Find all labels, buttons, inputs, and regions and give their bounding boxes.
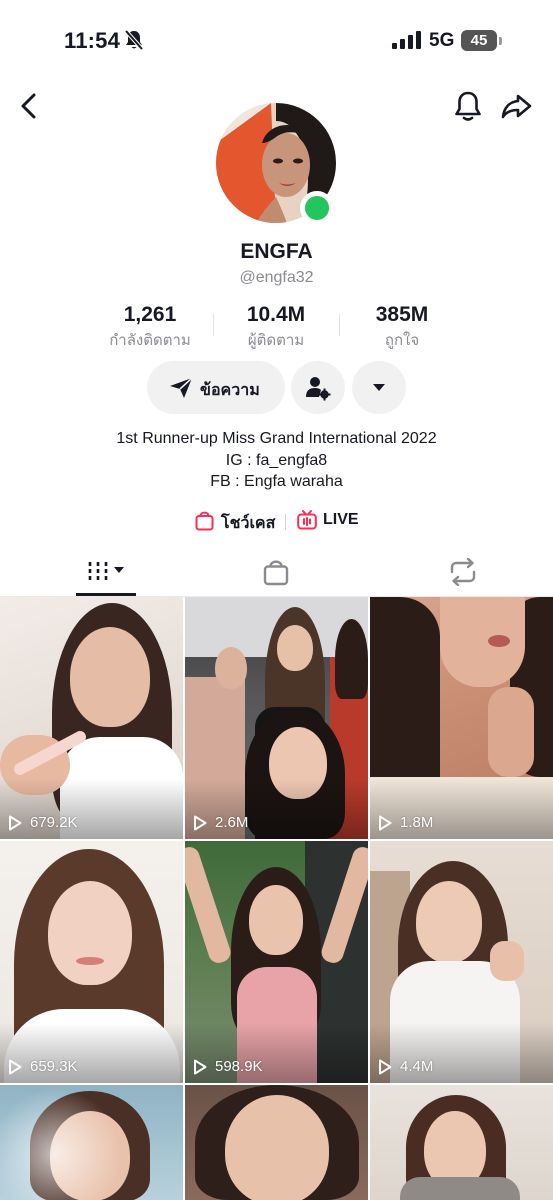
video-tile[interactable] (370, 1085, 553, 1200)
video-tile[interactable] (0, 1085, 183, 1200)
signal-bars-icon (392, 31, 421, 49)
video-tile[interactable]: 679.2K (0, 597, 183, 839)
battery-icon: 45 (461, 30, 497, 51)
followers-label: ผู้ติดตาม (247, 332, 305, 349)
video-tile[interactable]: 1.8M (370, 597, 553, 839)
videos-grid-icon (88, 562, 124, 580)
following-count: 1,261 (123, 303, 177, 326)
tab-reposts[interactable] (368, 550, 552, 596)
battery-level: 45 (470, 32, 488, 49)
live-label: LIVE (323, 511, 359, 528)
view-count-label: 2.6M (215, 814, 249, 831)
video-thumbnail (185, 1085, 368, 1200)
stat-followers[interactable]: 10.4M ผู้ติดตาม (226, 303, 326, 352)
content-tabs (0, 550, 553, 596)
play-icon (9, 1059, 22, 1075)
profile-page: 11:54 5G 45 ENGFA @engfa32 1,261 กำลังติ… (0, 0, 553, 1200)
video-tile[interactable]: 659.3K (0, 841, 183, 1083)
user-settings-icon (306, 377, 331, 401)
message-button[interactable]: ข้อความ (147, 361, 285, 414)
likes-label: ถูกใจ (384, 332, 420, 349)
repost-icon (450, 558, 476, 586)
status-time: 11:54 (64, 28, 121, 53)
more-options-button[interactable] (352, 361, 406, 414)
bio-line: 1st Runner-up Miss Grand International 2… (116, 430, 437, 447)
showcase-label: โชว์เคส (221, 515, 276, 532)
live-tv-icon (297, 510, 317, 530)
online-status-badge (300, 191, 334, 225)
play-icon (194, 1059, 207, 1075)
link-divider (285, 514, 286, 530)
view-count-label: 4.4M (400, 1058, 434, 1075)
bio-line: FB : Engfa waraha (210, 473, 343, 490)
add-friend-button[interactable] (291, 361, 345, 414)
video-thumbnail (370, 1085, 553, 1200)
display-name: ENGFA (240, 240, 313, 263)
thumbnail-shade (185, 779, 368, 839)
following-label: กำลังติดตาม (109, 332, 191, 349)
bio: 1st Runner-up Miss Grand International 2… (0, 428, 553, 493)
message-label: ข้อความ (200, 382, 260, 399)
username[interactable]: @engfa32 (0, 269, 553, 287)
network-type: 5G (429, 30, 455, 51)
thumbnail-shade (185, 1023, 368, 1083)
chevron-left-icon[interactable] (14, 90, 44, 122)
video-tile[interactable] (185, 1085, 368, 1200)
tab-shop[interactable] (184, 550, 368, 596)
status-bar: 11:54 5G 45 (0, 0, 553, 82)
stat-divider (213, 314, 214, 336)
share-arrow-icon[interactable] (500, 90, 534, 122)
play-icon (379, 815, 392, 831)
thumbnail-shade (370, 1023, 553, 1083)
caret-down-icon (373, 384, 385, 391)
thumbnail-shade (370, 779, 553, 839)
bell-slash-icon (124, 29, 144, 51)
tab-videos[interactable] (0, 550, 184, 596)
shopping-bag-icon (263, 560, 289, 586)
likes-count: 385M (375, 303, 429, 326)
view-count-label: 659.3K (30, 1058, 78, 1075)
view-count-label: 598.9K (215, 1058, 263, 1075)
video-tile[interactable]: 4.4M (370, 841, 553, 1083)
stat-divider (339, 314, 340, 336)
play-icon (9, 815, 22, 831)
shopping-bag-icon (195, 511, 214, 531)
battery-cap (499, 37, 502, 45)
view-count-label: 679.2K (30, 814, 78, 831)
bell-icon[interactable] (452, 89, 484, 123)
send-icon (170, 377, 193, 398)
play-icon (379, 1059, 392, 1075)
thumbnail-shade (0, 779, 183, 839)
view-count-label: 1.8M (400, 814, 434, 831)
thumbnail-shade (0, 1023, 183, 1083)
video-tile[interactable]: 598.9K (185, 841, 368, 1083)
bio-line: IG : fa_engfa8 (225, 451, 328, 469)
video-tile[interactable]: 2.6M (185, 597, 368, 839)
play-icon (194, 815, 207, 831)
followers-count: 10.4M (246, 303, 306, 326)
video-thumbnail (0, 1085, 183, 1200)
stat-following[interactable]: 1,261 กำลังติดตาม (100, 303, 200, 352)
stat-likes[interactable]: 385M ถูกใจ (352, 303, 452, 352)
